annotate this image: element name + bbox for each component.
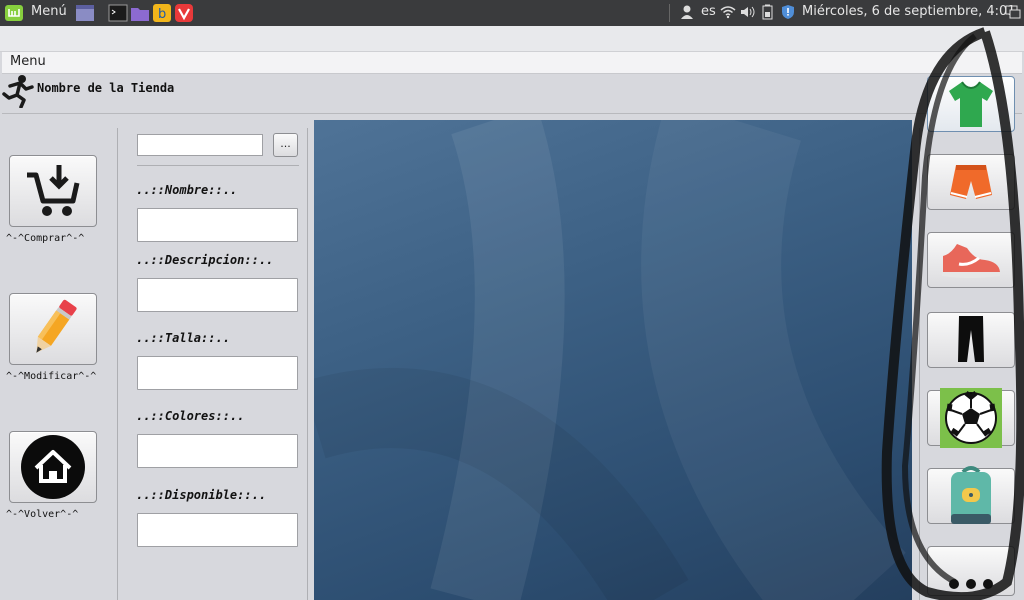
colors-label: ..::Colores::.. — [136, 409, 245, 423]
start-menu-button[interactable]: Menú — [31, 4, 67, 19]
tshirt-icon — [949, 81, 993, 127]
sneaker-icon — [942, 244, 1000, 278]
available-label: ..::Disponible::.. — [136, 488, 267, 502]
mint-logo-icon[interactable] — [4, 3, 24, 23]
window-titlebar[interactable] — [0, 26, 1024, 52]
bluefish-icon[interactable]: b — [152, 3, 172, 23]
soccer-ball-icon — [940, 388, 1002, 448]
update-shield-icon[interactable] — [780, 4, 796, 20]
wifi-icon[interactable] — [720, 4, 736, 20]
backpack-icon — [951, 466, 991, 524]
clock[interactable]: Miércoles, 6 de septiembre, 4:01 — [802, 4, 1016, 19]
size-label: ..::Talla::.. — [136, 331, 230, 345]
description-label: ..::Descripcion::.. — [136, 253, 274, 267]
pencil-icon — [36, 299, 77, 353]
description-field[interactable] — [137, 278, 298, 312]
terminal-icon[interactable] — [108, 3, 128, 23]
back-button[interactable] — [9, 431, 97, 503]
window-list-icon[interactable] — [75, 3, 95, 23]
cart-download-icon — [27, 165, 80, 216]
modify-button[interactable] — [9, 293, 97, 365]
category-pants-button[interactable] — [927, 312, 1015, 368]
home-icon — [21, 435, 85, 499]
category-sneakers-button[interactable] — [927, 232, 1015, 288]
store-header: Nombre de la Tienda — [2, 74, 1022, 114]
volume-icon[interactable] — [740, 4, 756, 20]
product-image-preview[interactable] — [314, 120, 912, 600]
runner-logo-icon — [2, 75, 34, 108]
more-categories-button[interactable] — [927, 546, 1015, 596]
preview-background-waves — [314, 120, 907, 600]
more-icon — [949, 579, 993, 589]
buy-button[interactable] — [9, 155, 97, 227]
available-field[interactable] — [137, 513, 298, 547]
vivaldi-icon[interactable] — [174, 3, 194, 23]
battery-icon[interactable] — [760, 4, 776, 20]
app-window: Menu Nombre de la Tienda ^-^Comprar^-^ ^… — [0, 26, 1024, 600]
user-icon[interactable] — [679, 4, 695, 20]
pants-icon — [958, 316, 984, 362]
browse-button[interactable]: ... — [273, 133, 298, 157]
file-path-input[interactable] — [137, 134, 263, 156]
system-panel: Menú b es Miércoles, 6 de septiembre, 4:… — [0, 0, 1024, 26]
category-tshirt-button[interactable] — [927, 76, 1015, 132]
category-backpacks-button[interactable] — [927, 466, 1015, 524]
back-label: ^-^Volver^-^ — [6, 509, 79, 520]
divider-left — [117, 128, 118, 600]
divider-middle — [307, 128, 308, 600]
menu-bar: Menu — [2, 52, 1022, 74]
folder-icon[interactable] — [130, 3, 150, 23]
category-sports-button[interactable] — [927, 388, 1015, 448]
tray-divider — [669, 4, 670, 22]
buy-label: ^-^Comprar^-^ — [6, 233, 85, 244]
keyboard-layout[interactable]: es — [701, 4, 716, 19]
name-label: ..::Nombre::.. — [136, 183, 238, 197]
category-shorts-button[interactable] — [927, 154, 1015, 210]
store-name: Nombre de la Tienda — [37, 81, 175, 95]
divider-right — [919, 128, 920, 600]
name-field[interactable] — [137, 208, 298, 242]
size-field[interactable] — [137, 356, 298, 390]
shorts-icon — [950, 165, 992, 199]
modify-label: ^-^Modificar^-^ — [6, 371, 97, 382]
form-divider — [137, 165, 299, 166]
menu-item-menu[interactable]: Menu — [10, 54, 46, 69]
show-desktop-icon[interactable] — [1005, 4, 1021, 20]
colors-field[interactable] — [137, 434, 298, 468]
svg-text:b: b — [158, 7, 166, 22]
